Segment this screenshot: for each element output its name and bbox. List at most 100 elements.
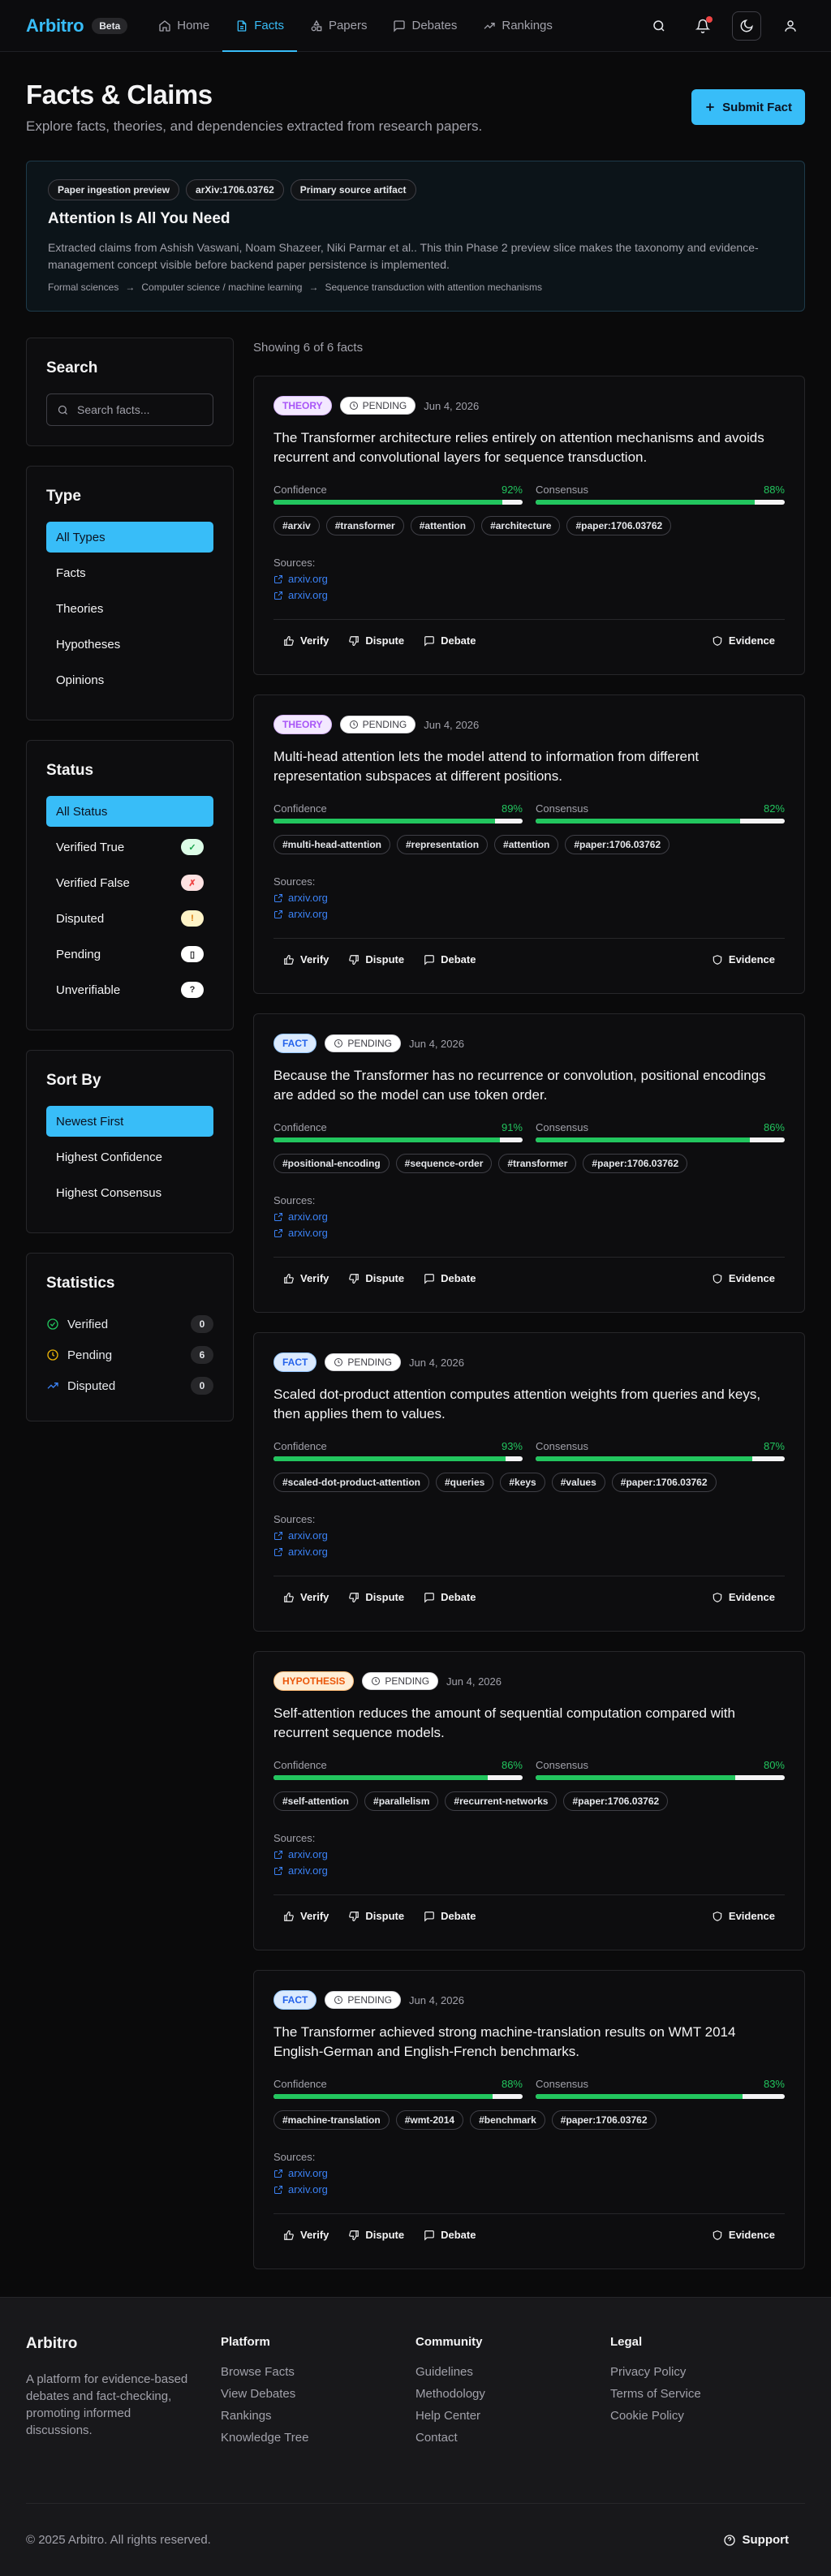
source-link[interactable]: arxiv.org — [273, 908, 785, 920]
source-link[interactable]: arxiv.org — [273, 1529, 785, 1542]
type-option-opinions[interactable]: Opinions — [46, 664, 213, 695]
notifications-button[interactable] — [688, 11, 717, 41]
debate-button[interactable]: Debate — [414, 2226, 485, 2244]
breadcrumb-item[interactable]: Formal sciences — [48, 282, 118, 293]
theme-toggle[interactable] — [732, 11, 761, 41]
footer-link[interactable]: Help Center — [416, 2409, 610, 2423]
nav-link-rankings[interactable]: Rankings — [470, 0, 566, 52]
status-option-all[interactable]: All Status — [46, 796, 213, 827]
dispute-button[interactable]: Dispute — [338, 950, 414, 969]
footer-link[interactable]: Contact — [416, 2431, 610, 2445]
tag-chip[interactable]: #representation — [397, 835, 489, 854]
footer-link[interactable]: Knowledge Tree — [221, 2431, 416, 2445]
status-option-disputed[interactable]: Disputed! — [46, 903, 213, 934]
type-option-hypotheses[interactable]: Hypotheses — [46, 629, 213, 660]
tag-chip[interactable]: #paper:1706.03762 — [563, 1791, 669, 1811]
search-input[interactable]: Search facts... — [46, 393, 213, 426]
fact-text[interactable]: The Transformer achieved strong machine-… — [273, 2023, 785, 2062]
footer-link[interactable]: View Debates — [221, 2387, 416, 2401]
tag-chip[interactable]: #paper:1706.03762 — [565, 835, 670, 854]
submit-fact-button[interactable]: Submit Fact — [691, 89, 805, 125]
footer-link[interactable]: Terms of Service — [610, 2387, 805, 2401]
fact-text[interactable]: Multi-head attention lets the model atte… — [273, 747, 785, 786]
tag-chip[interactable]: #multi-head-attention — [273, 835, 390, 854]
tag-chip[interactable]: #attention — [494, 835, 559, 854]
source-link[interactable]: arxiv.org — [273, 589, 785, 601]
footer-link[interactable]: Privacy Policy — [610, 2365, 805, 2379]
dispute-button[interactable]: Dispute — [338, 2226, 414, 2244]
status-option-verified-false[interactable]: Verified False ✗ — [46, 867, 213, 898]
dispute-button[interactable]: Dispute — [338, 1588, 414, 1606]
breadcrumb-item[interactable]: Sequence transduction with attention mec… — [325, 282, 542, 293]
debate-button[interactable]: Debate — [414, 1588, 485, 1606]
tag-chip[interactable]: #paper:1706.03762 — [611, 1473, 717, 1492]
tag-chip[interactable]: #transformer — [498, 1154, 577, 1173]
status-option-pending[interactable]: Pending ▯ — [46, 939, 213, 970]
footer-link[interactable]: Rankings — [221, 2409, 416, 2423]
fact-text[interactable]: Scaled dot-product attention computes at… — [273, 1385, 785, 1424]
tag-chip[interactable]: #paper:1706.03762 — [566, 516, 672, 535]
footer-link[interactable]: Browse Facts — [221, 2365, 416, 2379]
tag-chip[interactable]: #sequence-order — [395, 1154, 493, 1173]
footer-link[interactable]: Methodology — [416, 2387, 610, 2401]
status-option-unverifiable[interactable]: Unverifiable? — [46, 974, 213, 1005]
tag-chip[interactable]: #recurrent-networks — [445, 1791, 558, 1811]
sort-option-consensus[interactable]: Highest Consensus — [46, 1177, 213, 1208]
tag-chip[interactable]: #paper:1706.03762 — [551, 2110, 657, 2130]
nav-link-home[interactable]: Home — [145, 0, 222, 52]
source-link[interactable]: arxiv.org — [273, 892, 785, 904]
source-link[interactable]: arxiv.org — [273, 1546, 785, 1558]
fact-text[interactable]: The Transformer architecture relies enti… — [273, 428, 785, 467]
tag-chip[interactable]: #scaled-dot-product-attention — [273, 1473, 429, 1492]
tag-chip[interactable]: #values — [551, 1473, 605, 1492]
source-link[interactable]: arxiv.org — [273, 573, 785, 585]
debate-button[interactable]: Debate — [414, 1907, 485, 1925]
evidence-button[interactable]: Evidence — [702, 1907, 785, 1925]
verify-button[interactable]: Verify — [273, 1269, 338, 1288]
tag-chip[interactable]: #benchmark — [470, 2110, 545, 2130]
evidence-button[interactable]: Evidence — [702, 631, 785, 650]
nav-link-facts[interactable]: Facts — [222, 0, 297, 52]
dispute-button[interactable]: Dispute — [338, 1269, 414, 1288]
type-option-all[interactable]: All Types — [46, 522, 213, 553]
verify-button[interactable]: Verify — [273, 631, 338, 650]
fact-text[interactable]: Because the Transformer has no recurrenc… — [273, 1066, 785, 1105]
verify-button[interactable]: Verify — [273, 950, 338, 969]
debate-button[interactable]: Debate — [414, 950, 485, 969]
brand-logo[interactable]: Arbitro — [26, 15, 84, 37]
breadcrumb-item[interactable]: Computer science / machine learning — [141, 282, 302, 293]
footer-link[interactable]: Cookie Policy — [610, 2409, 805, 2423]
verify-button[interactable]: Verify — [273, 2226, 338, 2244]
evidence-button[interactable]: Evidence — [702, 2226, 785, 2244]
tag-chip[interactable]: #transformer — [325, 516, 404, 535]
verify-button[interactable]: Verify — [273, 1588, 338, 1606]
type-option-theories[interactable]: Theories — [46, 593, 213, 624]
source-link[interactable]: arxiv.org — [273, 2167, 785, 2179]
tag-chip[interactable]: #attention — [410, 516, 476, 535]
source-link[interactable]: arxiv.org — [273, 1864, 785, 1877]
fact-text[interactable]: Self-attention reduces the amount of seq… — [273, 1704, 785, 1743]
debate-button[interactable]: Debate — [414, 1269, 485, 1288]
dispute-button[interactable]: Dispute — [338, 631, 414, 650]
debate-button[interactable]: Debate — [414, 631, 485, 650]
footer-link[interactable]: Guidelines — [416, 2365, 610, 2379]
tag-chip[interactable]: #arxiv — [273, 516, 320, 535]
evidence-button[interactable]: Evidence — [702, 1269, 785, 1288]
tag-chip[interactable]: #wmt-2014 — [395, 2110, 464, 2130]
source-link[interactable]: arxiv.org — [273, 2183, 785, 2195]
verify-button[interactable]: Verify — [273, 1907, 338, 1925]
evidence-button[interactable]: Evidence — [702, 950, 785, 969]
search-button[interactable] — [644, 11, 674, 41]
source-link[interactable]: arxiv.org — [273, 1211, 785, 1223]
source-link[interactable]: arxiv.org — [273, 1227, 785, 1239]
sort-option-confidence[interactable]: Highest Confidence — [46, 1142, 213, 1172]
tag-chip[interactable]: #positional-encoding — [273, 1154, 390, 1173]
nav-link-debates[interactable]: Debates — [380, 0, 470, 52]
support-link[interactable]: Support — [723, 2533, 806, 2547]
sort-option-newest[interactable]: Newest First — [46, 1106, 213, 1137]
tag-chip[interactable]: #parallelism — [364, 1791, 439, 1811]
user-menu-button[interactable] — [776, 11, 805, 41]
status-option-verified-true[interactable]: Verified True ✓ — [46, 832, 213, 862]
source-link[interactable]: arxiv.org — [273, 1848, 785, 1860]
tag-chip[interactable]: #paper:1706.03762 — [583, 1154, 688, 1173]
